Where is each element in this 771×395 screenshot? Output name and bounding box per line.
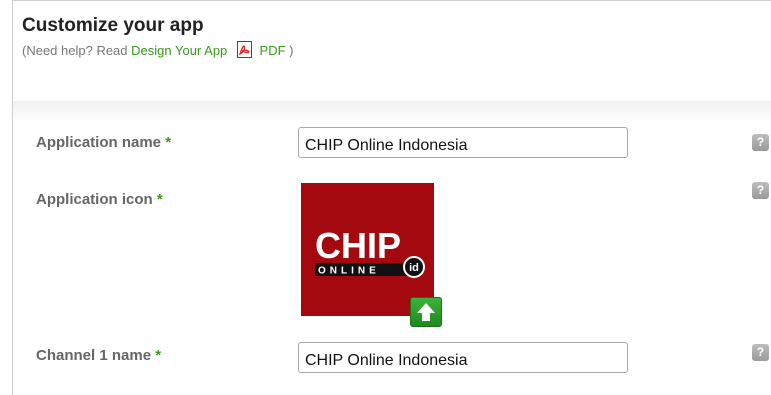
logo-subtext: ONLINE <box>318 266 380 277</box>
required-mark: * <box>165 134 172 151</box>
channel1-help-button[interactable]: ? <box>752 344 769 361</box>
section-divider <box>13 101 771 123</box>
help-suffix: ) <box>289 43 294 58</box>
upload-arrow-icon <box>417 303 435 321</box>
app-icon-help-button[interactable]: ? <box>752 182 769 199</box>
required-mark: * <box>155 347 162 364</box>
design-your-app-link[interactable]: Design Your App <box>131 43 227 58</box>
required-mark: * <box>156 191 163 208</box>
app-name-input[interactable] <box>298 127 628 158</box>
help-line: (Need help? Read Design Your App PDF ) <box>22 41 294 58</box>
app-name-help-button[interactable]: ? <box>752 134 769 151</box>
logo-badge: id <box>409 262 419 274</box>
logo-text: CHIP <box>315 225 401 266</box>
channel1-name-label: Channel 1 name * <box>36 347 162 364</box>
customize-panel: Customize your app (Need help? Read Desi… <box>12 0 771 395</box>
upload-icon-button[interactable] <box>410 297 442 327</box>
app-name-label: Application name * <box>36 134 172 151</box>
app-icon-label: Application icon * <box>36 191 163 208</box>
channel1-name-input[interactable] <box>298 342 628 373</box>
pdf-icon[interactable] <box>236 41 253 58</box>
page-title: Customize your app <box>22 15 204 36</box>
pdf-link[interactable]: PDF <box>260 43 286 58</box>
help-prefix: (Need help? Read <box>22 43 128 58</box>
